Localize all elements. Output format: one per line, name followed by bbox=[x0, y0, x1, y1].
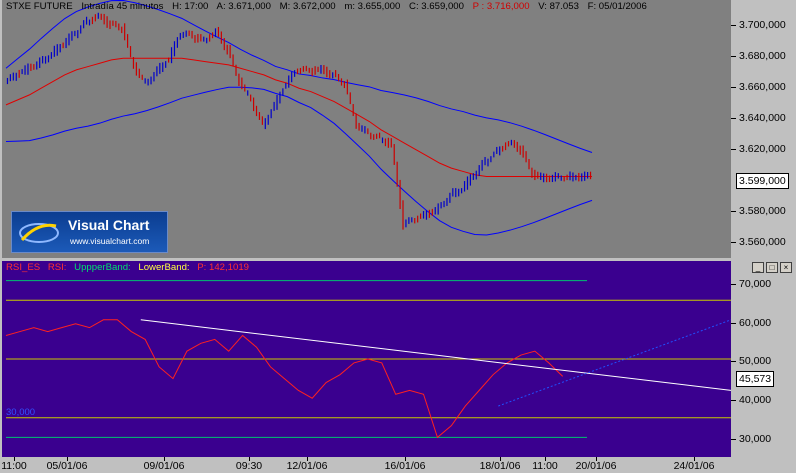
logo-swoosh-icon bbox=[19, 223, 59, 243]
symbol-label: STXE FUTURE bbox=[6, 1, 73, 12]
time-tick-label: 11:00 bbox=[1, 460, 27, 472]
open-label: A: 3.671,000 bbox=[216, 1, 271, 12]
rsi-tick-label: 70,000 bbox=[739, 278, 772, 290]
rsi-downtrend-line bbox=[140, 319, 731, 391]
time-tick-label: 09/01/06 bbox=[143, 460, 185, 472]
time-tick-label: 20/01/06 bbox=[575, 460, 617, 472]
p-value-label: P : 3.716,000 bbox=[472, 1, 530, 12]
rsi-name: RSI_ES bbox=[6, 262, 41, 273]
time-tick-label: 11:00 bbox=[532, 460, 558, 472]
rsi-y-axis: 70,000 60,000 50,000 40,000 30,000 45,57… bbox=[731, 261, 796, 457]
price-tick-label: 3.580,000 bbox=[739, 205, 786, 217]
rsi-tick-label: 40,000 bbox=[739, 394, 772, 406]
price-y-axis: 3.700,000 3.680,000 3.660,000 3.640,000 … bbox=[731, 0, 796, 258]
bollinger-upper-line bbox=[5, 0, 593, 153]
price-header: STXE FUTURE Intradía 45 minutos H: 17:00… bbox=[6, 1, 653, 12]
rsi-tick-label: 50,000 bbox=[739, 355, 772, 367]
rsi-uptrend-line bbox=[498, 319, 731, 407]
current-price-badge: 3.599,000 bbox=[736, 173, 789, 189]
upper-band-label: UppperBand: bbox=[74, 262, 131, 273]
price-tick-label: 3.700,000 bbox=[739, 19, 786, 31]
rsi-p-label: P: 142,1019 bbox=[197, 262, 249, 273]
time-tick-label: 12/01/06 bbox=[286, 460, 328, 472]
price-tick-label: 3.560,000 bbox=[739, 236, 786, 248]
close-label: C: 3.659,000 bbox=[409, 1, 464, 12]
interval-label: Intradía 45 minutos bbox=[81, 1, 164, 12]
visual-chart-logo: Visual Chart www.visualchart.com bbox=[11, 211, 168, 253]
logo-url: www.visualchart.com bbox=[70, 236, 150, 246]
price-tick-label: 3.640,000 bbox=[739, 112, 786, 124]
volume-label: V: 87.053 bbox=[538, 1, 579, 12]
rsi-left-marker: 30,000 bbox=[6, 407, 36, 418]
rsi-chart-area[interactable]: RSI_ES RSI: UppperBand: LowerBand: P: 14… bbox=[2, 261, 731, 457]
rsi-pane: RSI_ES RSI: UppperBand: LowerBand: P: 14… bbox=[0, 261, 796, 457]
min-label: m: 3.655,000 bbox=[344, 1, 401, 12]
logo-brand: Visual Chart bbox=[68, 217, 150, 233]
rsi-header: RSI_ES RSI: UppperBand: LowerBand: P: 14… bbox=[6, 262, 254, 273]
price-tick-label: 3.660,000 bbox=[739, 81, 786, 93]
price-tick-label: 3.620,000 bbox=[739, 143, 786, 155]
current-rsi-badge: 45,573 bbox=[736, 371, 775, 387]
price-tick-label: 3.680,000 bbox=[739, 50, 786, 62]
time-tick-label: 09:30 bbox=[235, 460, 263, 472]
high-time-label: H: 17:00 bbox=[172, 1, 209, 12]
time-tick-label: 24/01/06 bbox=[673, 460, 715, 472]
time-tick-label: 16/01/06 bbox=[384, 460, 426, 472]
price-chart-area[interactable]: STXE FUTURE Intradía 45 minutos H: 17:00… bbox=[2, 0, 731, 258]
moving-average-line bbox=[5, 57, 592, 177]
rsi-chart-svg[interactable] bbox=[2, 261, 731, 457]
date-label: F: 05/01/2006 bbox=[587, 1, 647, 12]
max-label: M: 3.672,000 bbox=[279, 1, 336, 12]
price-pane: STXE FUTURE Intradía 45 minutos H: 17:00… bbox=[0, 0, 796, 258]
rsi-tick-label: 60,000 bbox=[739, 317, 772, 329]
lower-band-label: LowerBand: bbox=[138, 262, 190, 273]
rsi-tick-label: 30,000 bbox=[739, 433, 772, 445]
time-tick-label: 05/01/06 bbox=[46, 460, 88, 472]
rsi-label: RSI: bbox=[47, 262, 67, 273]
time-tick-label: 18/01/06 bbox=[479, 460, 521, 472]
time-axis: 11:00 05/01/06 09/01/06 09:30 12/01/06 1… bbox=[0, 457, 796, 473]
